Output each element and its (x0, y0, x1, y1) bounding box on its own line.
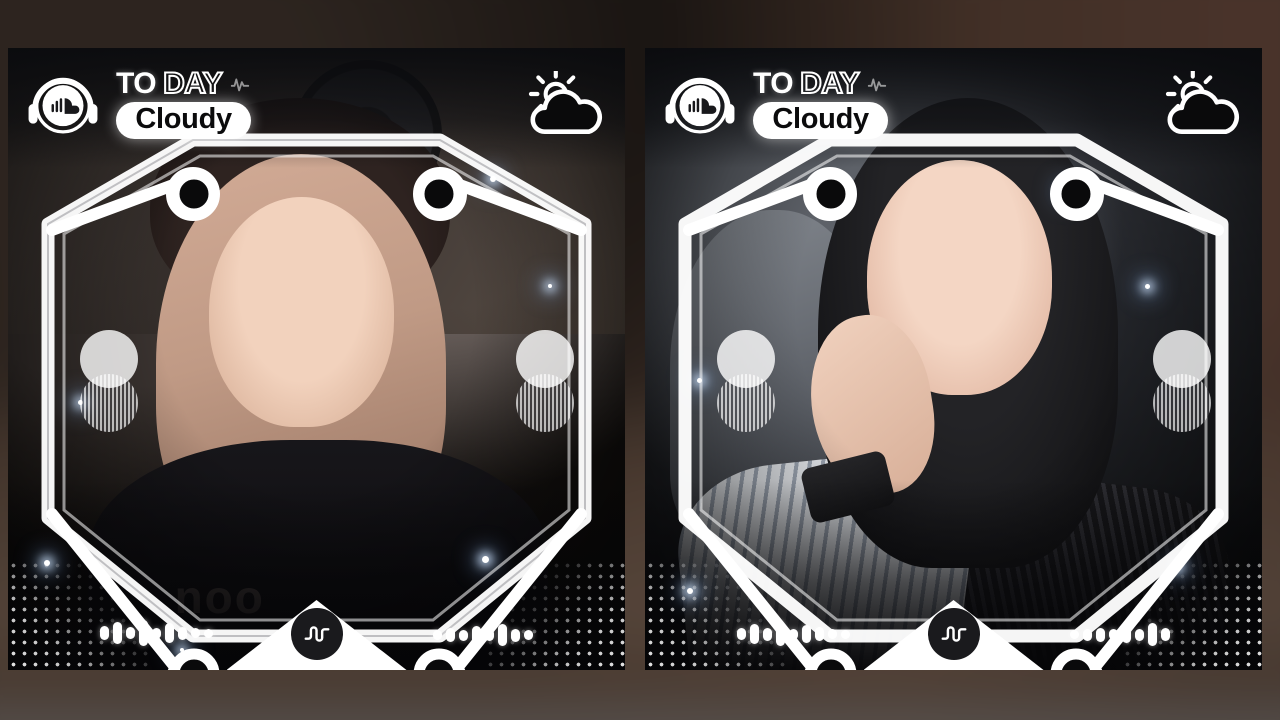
musically-wave-icon[interactable] (290, 608, 343, 660)
waveform-right (1070, 623, 1170, 646)
weather-badge-left[interactable]: Cloudy (116, 102, 252, 139)
today-row: TO DAY (753, 67, 888, 100)
screenshot-stage: noo TO DAY Cloudy TO DAY Cloudy (0, 0, 1280, 720)
knob-upper-right[interactable] (516, 330, 574, 388)
title-solid: TO (753, 67, 794, 100)
video-panel-right[interactable]: TO DAY Cloudy (645, 48, 1262, 670)
weather-badge-right[interactable]: Cloudy (753, 102, 889, 139)
panel-header-left: TO DAY Cloudy (22, 58, 611, 150)
waveform-right (433, 624, 533, 646)
weather-badge-label: Cloudy (772, 103, 869, 135)
photo-face (208, 197, 394, 428)
today-row: TO DAY (116, 67, 251, 100)
sun-behind-cloud-icon (1156, 68, 1248, 137)
weather-badge-label: Cloudy (135, 103, 232, 135)
title-outline: DAY (162, 67, 224, 100)
sun-behind-cloud-icon (519, 68, 611, 137)
title-block: TO DAY Cloudy (116, 67, 252, 139)
audio-wave-icon (229, 73, 251, 95)
background-gray-floor (0, 696, 1280, 720)
waveform-left (737, 622, 850, 646)
knob-upper-left[interactable] (717, 330, 775, 388)
knob-upper-left[interactable] (80, 330, 138, 388)
title-outline: DAY (799, 67, 861, 100)
title-solid: TO (116, 67, 157, 100)
headphones-soundcloud-icon (659, 63, 741, 145)
title-block: TO DAY Cloudy (753, 67, 889, 139)
headphones-soundcloud-icon (22, 63, 104, 145)
waveform-left (100, 620, 213, 646)
video-panel-left[interactable]: noo TO DAY Cloudy (8, 48, 625, 670)
audio-wave-icon (866, 73, 888, 95)
musically-wave-icon[interactable] (927, 608, 980, 660)
panel-header-right: TO DAY Cloudy (659, 58, 1248, 150)
knob-upper-right[interactable] (1153, 330, 1211, 388)
